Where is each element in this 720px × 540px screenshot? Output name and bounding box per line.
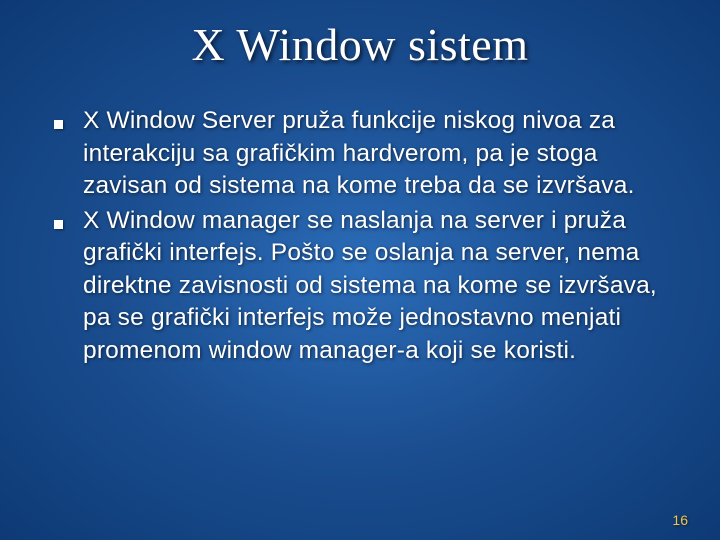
bullet-text: X Window manager se naslanja na server i…	[83, 205, 680, 368]
square-bullet-icon	[54, 220, 63, 229]
slide-title: X Window sistem	[40, 18, 680, 71]
slide: X Window sistem X Window Server pruža fu…	[0, 0, 720, 540]
list-item: X Window manager se naslanja na server i…	[54, 205, 680, 368]
square-bullet-icon	[54, 120, 63, 129]
page-number: 16	[672, 512, 688, 528]
bullet-list: X Window Server pruža funkcije niskog ni…	[40, 105, 680, 368]
bullet-text: X Window Server pruža funkcije niskog ni…	[83, 105, 680, 203]
list-item: X Window Server pruža funkcije niskog ni…	[54, 105, 680, 203]
